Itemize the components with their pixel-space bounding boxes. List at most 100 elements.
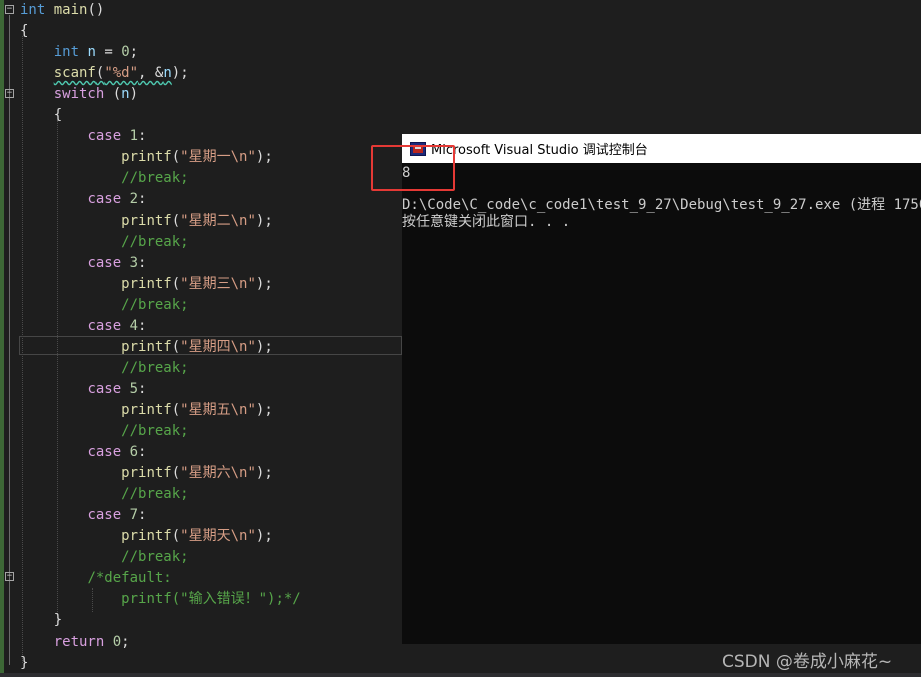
code-token: case bbox=[87, 191, 122, 208]
code-line: int main() bbox=[20, 0, 104, 21]
code-token: ); bbox=[255, 401, 273, 418]
code-token: "星期四\n" bbox=[180, 338, 256, 355]
console-title: Microsoft Visual Studio 调试控制台 bbox=[431, 143, 648, 158]
code-token: return bbox=[53, 633, 105, 650]
code-line: //break; bbox=[20, 358, 188, 379]
code-token: ); bbox=[255, 465, 273, 482]
code-token: "星期五\n" bbox=[180, 401, 256, 418]
code-token: : bbox=[138, 444, 147, 461]
code-line: //break; bbox=[20, 295, 189, 316]
console-exit-message: D:\Code\C_code\c_code1\test_9_27\Debug\t… bbox=[402, 197, 921, 213]
code-token: : bbox=[138, 128, 147, 145]
code-token: ( bbox=[171, 275, 181, 292]
code-line: printf("星期三\n"); bbox=[20, 274, 273, 295]
code-token: } bbox=[20, 654, 29, 671]
code-token: "星期三\n" bbox=[180, 275, 256, 292]
code-token: ( bbox=[171, 149, 181, 166]
code-line: switch (n) bbox=[20, 84, 138, 105]
debug-console-window[interactable]: Microsoft Visual Studio 调试控制台 8 D:\Code\… bbox=[402, 134, 921, 644]
code-token: ); bbox=[255, 149, 273, 166]
code-line: printf("输入错误！");*/ bbox=[20, 589, 301, 610]
code-token: scanf bbox=[53, 65, 96, 82]
code-line: } bbox=[20, 610, 62, 631]
csdn-watermark: CSDN @卷成小麻花~ bbox=[722, 652, 893, 672]
code-line: case 7: bbox=[20, 505, 146, 526]
code-token: ); bbox=[171, 65, 189, 82]
code-line: /*default: bbox=[20, 568, 171, 589]
code-token: n bbox=[163, 65, 172, 82]
code-line: printf("星期五\n"); bbox=[20, 400, 273, 421]
code-token: n bbox=[121, 86, 130, 103]
code-token: 4 bbox=[129, 317, 139, 334]
code-token: case bbox=[87, 128, 122, 145]
fold-range-line bbox=[9, 15, 10, 665]
code-token: 1 bbox=[129, 128, 139, 145]
code-line: case 5: bbox=[20, 379, 146, 400]
code-line: { bbox=[20, 105, 62, 126]
code-token: () bbox=[87, 2, 105, 18]
change-indicator-bar bbox=[0, 0, 4, 677]
code-line: //break; bbox=[20, 232, 189, 253]
code-token: ( bbox=[171, 465, 181, 482]
code-line: case 4: bbox=[20, 316, 146, 337]
code-line: //break; bbox=[20, 547, 188, 568]
code-token: : bbox=[138, 254, 147, 271]
code-token: 5 bbox=[129, 380, 139, 397]
code-token: 7 bbox=[129, 507, 139, 524]
code-token: int bbox=[20, 2, 46, 18]
code-token: ); bbox=[255, 212, 273, 229]
code-line: //break; bbox=[20, 421, 189, 442]
code-token: printf bbox=[121, 528, 172, 545]
code-token: 2 bbox=[129, 191, 139, 208]
code-token: "星期二\n" bbox=[180, 212, 256, 229]
code-line: case 1: bbox=[20, 126, 146, 147]
code-token: printf bbox=[121, 401, 172, 418]
code-token: ( bbox=[171, 528, 181, 545]
code-token: "星期天\n" bbox=[180, 528, 256, 545]
fold-collapse-icon[interactable]: − bbox=[5, 89, 14, 98]
code-token: , & bbox=[138, 65, 164, 82]
console-prompt-message: 按任意键关闭此窗口. . . bbox=[402, 214, 571, 230]
code-token: 3 bbox=[129, 254, 139, 271]
code-token: = bbox=[95, 44, 122, 61]
console-title-bar[interactable]: Microsoft Visual Studio 调试控制台 bbox=[402, 134, 921, 163]
code-token: ); bbox=[255, 528, 273, 545]
code-token: ( bbox=[171, 401, 181, 418]
code-token: //break; bbox=[121, 233, 189, 250]
code-line: printf("星期四\n"); bbox=[20, 337, 273, 358]
code-token: : bbox=[138, 191, 147, 208]
code-token: printf bbox=[121, 275, 172, 292]
code-line: //break; bbox=[20, 168, 189, 189]
code-token: //break; bbox=[121, 296, 189, 313]
code-token: printf bbox=[121, 465, 172, 482]
code-line: } bbox=[20, 653, 28, 674]
code-token: 6 bbox=[129, 444, 139, 461]
red-highlight-box bbox=[371, 145, 455, 191]
code-token: printf("输入错误！");*/ bbox=[121, 591, 301, 608]
code-token: : bbox=[138, 507, 147, 524]
code-line: { bbox=[20, 21, 28, 42]
code-token: //break; bbox=[121, 423, 189, 439]
fold-collapse-icon[interactable]: − bbox=[5, 572, 14, 581]
code-token: //break; bbox=[121, 170, 189, 187]
fold-collapse-icon[interactable]: − bbox=[5, 5, 14, 14]
